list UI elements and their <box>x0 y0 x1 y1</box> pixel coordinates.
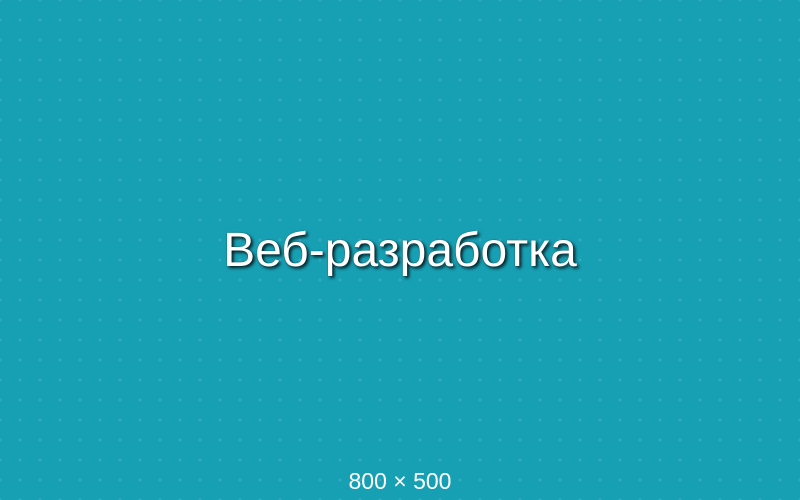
banner-title: Веб-разработка <box>223 224 577 277</box>
banner: Веб-разработка 800 × 500 <box>0 0 800 500</box>
dimensions-caption: 800 × 500 <box>348 468 452 494</box>
